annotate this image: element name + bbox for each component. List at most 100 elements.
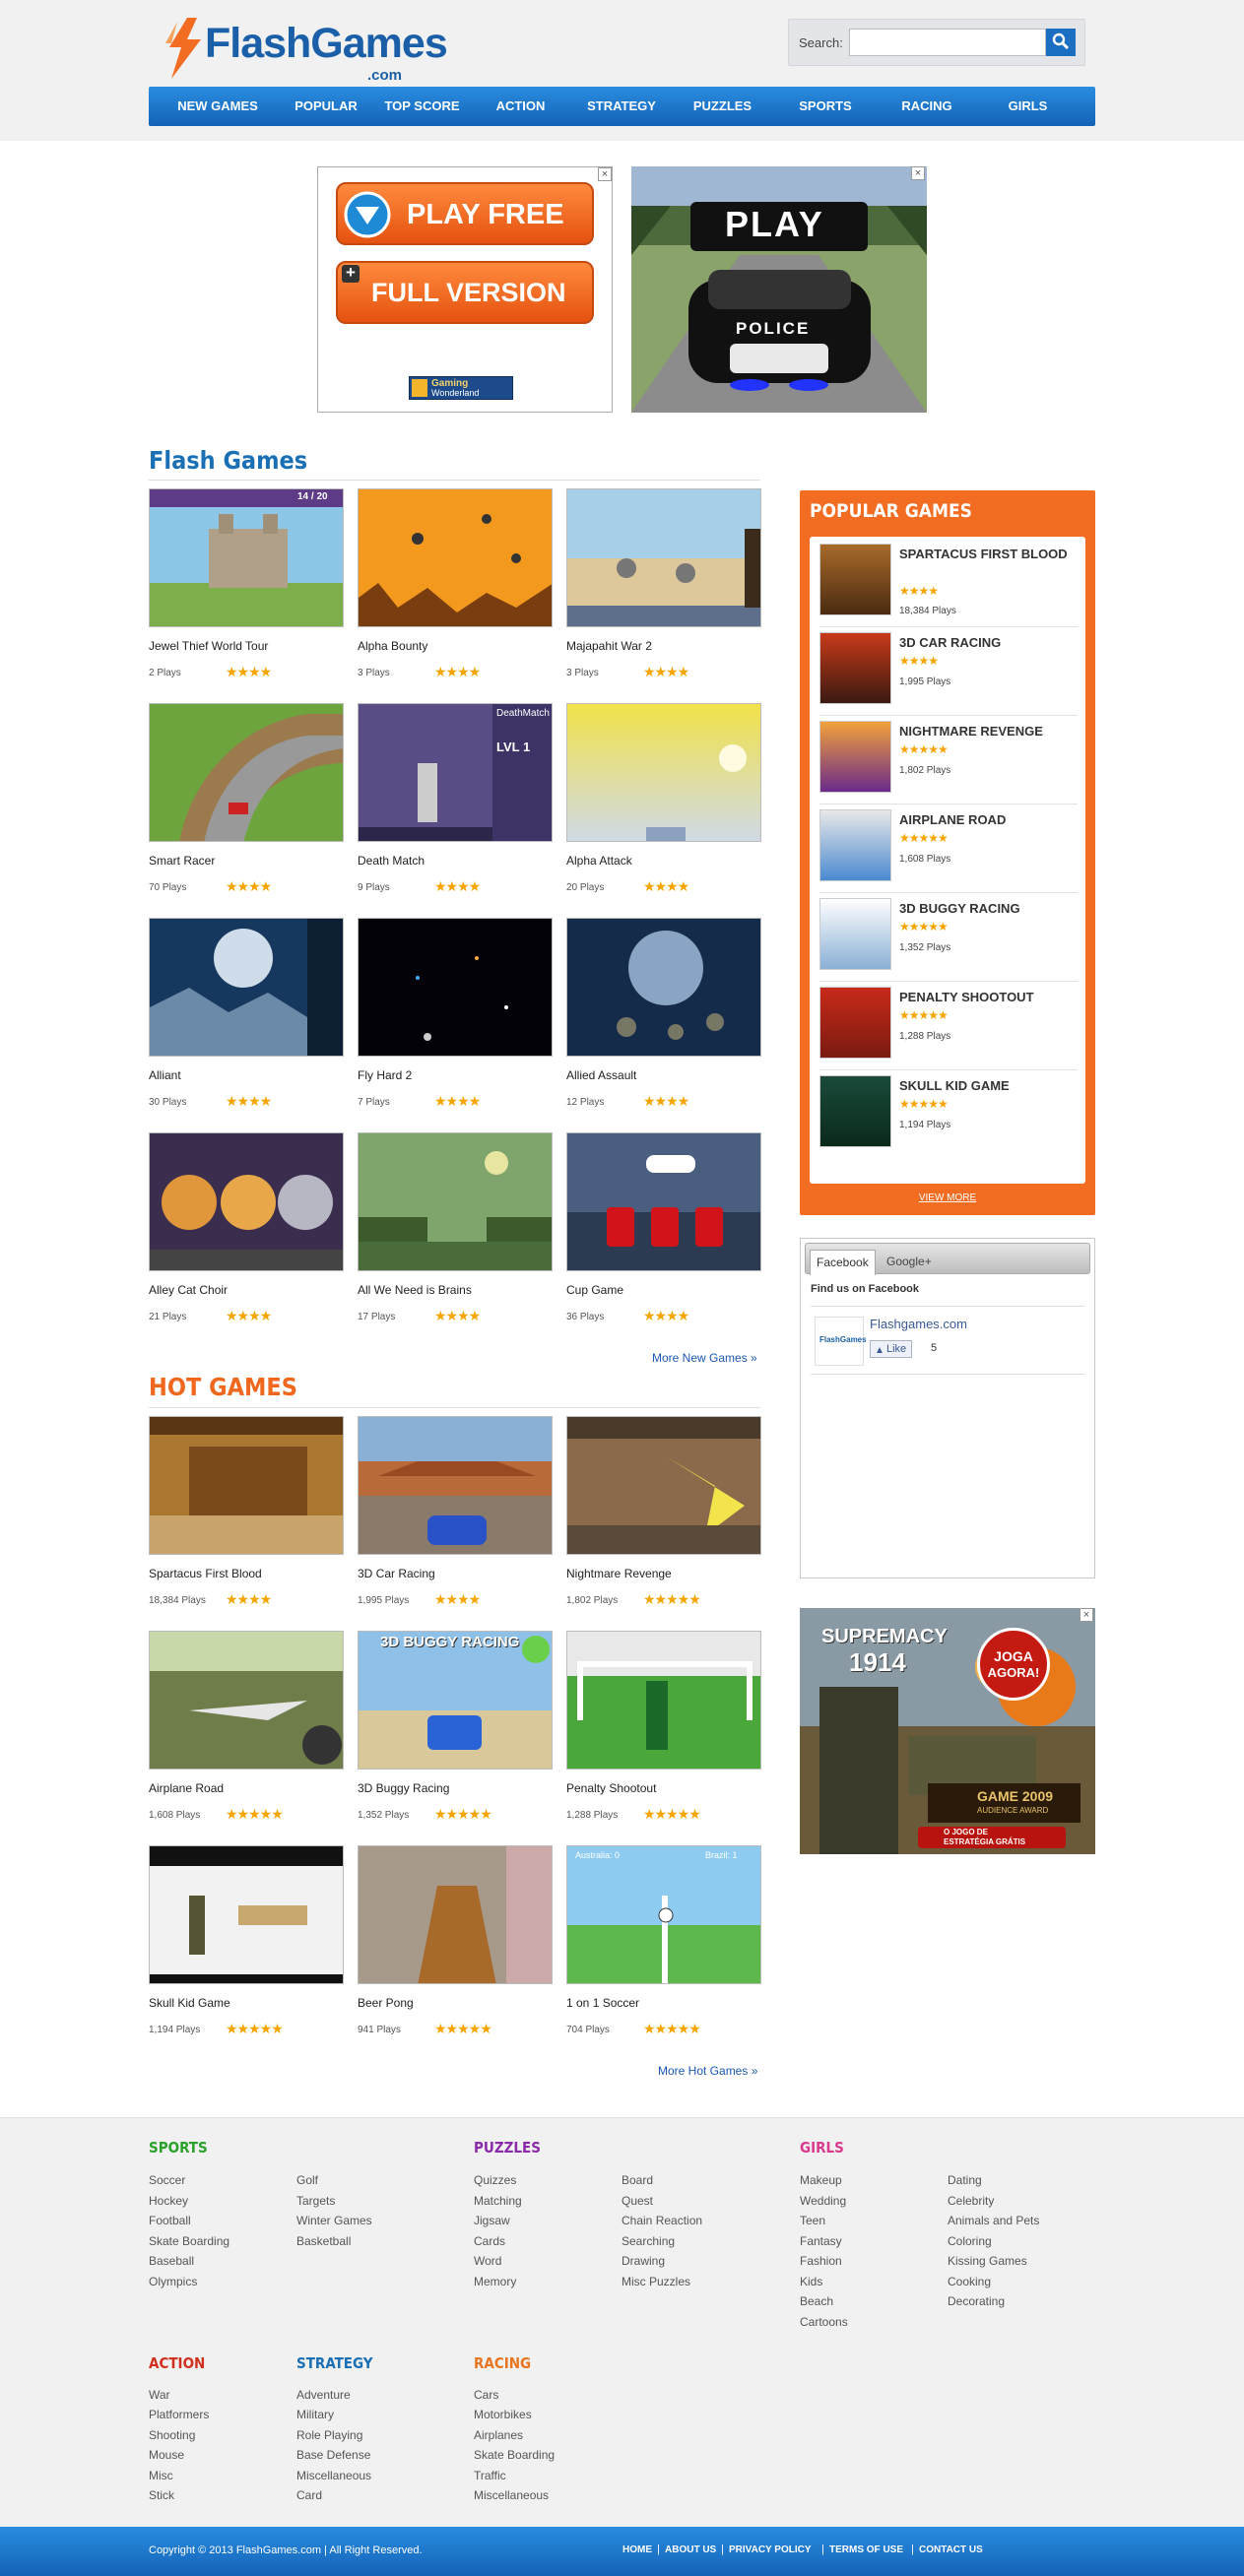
popular-item-name[interactable]: PENALTY SHOOTOUT (899, 988, 1077, 1006)
game-name[interactable]: 1 on 1 Soccer (566, 1996, 639, 2010)
popular-item[interactable]: SKULL KID GAME ★★★★★ 1,194 Plays (819, 1070, 1078, 1159)
popular-item[interactable]: 3D CAR RACING ★★★★ 1,995 Plays (819, 627, 1078, 716)
tab-facebook[interactable]: Facebook (810, 1250, 876, 1275)
game-name[interactable]: Skull Kid Game (149, 1996, 230, 2010)
game-card[interactable]: 3D BUGGY RACING 3D Buggy Racing 1,352 Pl… (358, 1631, 553, 1837)
footer-link[interactable]: Soccer (149, 2173, 185, 2187)
ad-play-free-button[interactable]: PLAY FREE (336, 182, 594, 245)
game-card[interactable]: Airplane Road 1,608 Plays ★★★★★ (149, 1631, 344, 1837)
footer-girls-title[interactable]: GIRLS (800, 2139, 844, 2157)
footer-sports-title[interactable]: SPORTS (149, 2139, 208, 2157)
tab-google-plus[interactable]: Google+ (881, 1250, 938, 1275)
footer-link[interactable]: Coloring (948, 2234, 992, 2248)
game-thumbnail[interactable]: 14 / 20 (149, 488, 344, 627)
game-thumbnail[interactable]: 3D BUGGY RACING (358, 1631, 553, 1770)
popular-thumbnail[interactable] (819, 544, 891, 615)
game-card[interactable]: Alley Cat Choir 21 Plays ★★★★ (149, 1132, 344, 1339)
game-thumbnail[interactable] (358, 1132, 553, 1271)
footer-link[interactable]: Wedding (800, 2194, 846, 2208)
game-name[interactable]: Alpha Attack (566, 854, 632, 868)
fb-page-avatar[interactable]: FlashGames (815, 1317, 867, 1366)
popular-item[interactable]: 3D BUGGY RACING ★★★★★ 1,352 Plays (819, 893, 1078, 982)
footer-link[interactable]: Cooking (948, 2275, 991, 2288)
nav-puzzles[interactable]: PUZZLES (676, 87, 769, 126)
popular-thumbnail[interactable] (819, 1075, 891, 1147)
game-name[interactable]: Cup Game (566, 1283, 623, 1297)
ad-close-icon[interactable]: × (598, 167, 612, 181)
footer-link[interactable]: Dating (948, 2173, 982, 2187)
game-card[interactable]: Australia: 0 Brazil: 1 1 on 1 Soccer 704… (566, 1845, 761, 2052)
game-card[interactable]: Spartacus First Blood 18,384 Plays ★★★★ (149, 1416, 344, 1623)
game-thumbnail[interactable] (566, 1416, 761, 1555)
footer-link[interactable]: Olympics (149, 2275, 197, 2288)
game-name[interactable]: Alley Cat Choir (149, 1283, 228, 1297)
footer-puzzles-title[interactable]: PUZZLES (474, 2139, 541, 2157)
footer-link[interactable]: Motorbikes (474, 2408, 532, 2421)
nav-girls[interactable]: GIRLS (981, 87, 1075, 126)
game-name[interactable]: Nightmare Revenge (566, 1567, 672, 1580)
game-name[interactable]: Beer Pong (358, 1996, 414, 2010)
popular-thumbnail[interactable] (819, 987, 891, 1059)
footer-link[interactable]: Memory (474, 2275, 516, 2288)
footer-link[interactable]: Matching (474, 2194, 522, 2208)
footer-link[interactable]: Hockey (149, 2194, 188, 2208)
game-name[interactable]: All We Need is Brains (358, 1283, 472, 1297)
footer-link[interactable]: Jigsaw (474, 2214, 510, 2227)
game-thumbnail[interactable] (149, 918, 344, 1057)
footer-link[interactable]: Makeup (800, 2173, 842, 2187)
game-card[interactable]: Majapahit War 2 3 Plays ★★★★ (566, 488, 761, 695)
popular-thumbnail[interactable] (819, 809, 891, 881)
game-name[interactable]: Smart Racer (149, 854, 215, 868)
footer-link[interactable]: Beach (800, 2294, 833, 2308)
game-thumbnail[interactable]: Australia: 0 Brazil: 1 (566, 1845, 761, 1984)
ad-play-now-badge[interactable]: JOGA AGORA! (977, 1628, 1050, 1701)
game-card[interactable]: Cup Game 36 Plays ★★★★ (566, 1132, 761, 1339)
footer-link[interactable]: Cards (474, 2234, 505, 2248)
game-thumbnail[interactable] (566, 1132, 761, 1271)
game-thumbnail[interactable] (358, 1845, 553, 1984)
game-thumbnail[interactable]: DeathMatch LVL 1 (358, 703, 553, 842)
popular-item-name[interactable]: SKULL KID GAME (899, 1076, 1077, 1095)
popular-item-name[interactable]: NIGHTMARE REVENGE (899, 722, 1077, 741)
footer-link[interactable]: Misc (149, 2469, 173, 2482)
game-thumbnail[interactable] (358, 918, 553, 1057)
game-card[interactable]: 14 / 20 Jewel Thief World Tour 2 Plays ★… (149, 488, 344, 695)
footer-terms-link[interactable]: TERMS OF USE (829, 2544, 903, 2555)
popular-item[interactable]: PENALTY SHOOTOUT ★★★★★ 1,288 Plays (819, 982, 1078, 1070)
footer-action-title[interactable]: ACTION (149, 2354, 205, 2372)
popular-item-name[interactable]: AIRPLANE ROAD (899, 810, 1077, 829)
game-thumbnail[interactable] (566, 488, 761, 627)
game-thumbnail[interactable] (149, 703, 344, 842)
footer-link[interactable]: Targets (296, 2194, 335, 2208)
nav-top-score[interactable]: TOP SCORE (370, 87, 474, 126)
game-thumbnail[interactable] (358, 488, 553, 627)
ad-banner-supremacy[interactable]: SUPREMACY 1914 JOGA AGORA! GAME 2009 AUD… (800, 1608, 1095, 1854)
footer-link[interactable]: Cartoons (800, 2315, 848, 2329)
more-new-games-link[interactable]: More New Games » (652, 1351, 757, 1365)
footer-link[interactable]: Baseball (149, 2254, 194, 2268)
footer-link[interactable]: Misc Puzzles (622, 2275, 690, 2288)
popular-item[interactable]: NIGHTMARE REVENGE ★★★★★ 1,802 Plays (819, 716, 1078, 805)
game-name[interactable]: Jewel Thief World Tour (149, 639, 268, 653)
nav-strategy[interactable]: STRATEGY (567, 87, 676, 126)
site-logo[interactable]: FlashGames .com (164, 18, 448, 84)
game-name[interactable]: Majapahit War 2 (566, 639, 652, 653)
footer-link[interactable]: Card (296, 2488, 322, 2502)
footer-link[interactable]: Animals and Pets (948, 2214, 1039, 2227)
footer-about-link[interactable]: ABOUT US (665, 2544, 716, 2555)
footer-link[interactable]: Stick (149, 2488, 174, 2502)
footer-link[interactable]: Military (296, 2408, 334, 2421)
footer-link[interactable]: Decorating (948, 2294, 1005, 2308)
game-card[interactable]: Alpha Bounty 3 Plays ★★★★ (358, 488, 553, 695)
footer-link[interactable]: Airplanes (474, 2428, 523, 2442)
footer-home-link[interactable]: HOME (622, 2544, 652, 2555)
footer-link[interactable]: Traffic (474, 2469, 506, 2482)
game-name[interactable]: Alpha Bounty (358, 639, 427, 653)
game-thumbnail[interactable] (149, 1416, 344, 1555)
footer-link[interactable]: Role Playing (296, 2428, 362, 2442)
game-name[interactable]: Death Match (358, 854, 425, 868)
footer-link[interactable]: Fashion (800, 2254, 842, 2268)
nav-action[interactable]: ACTION (474, 87, 567, 126)
popular-thumbnail[interactable] (819, 721, 891, 793)
footer-link[interactable]: Fantasy (800, 2234, 842, 2248)
